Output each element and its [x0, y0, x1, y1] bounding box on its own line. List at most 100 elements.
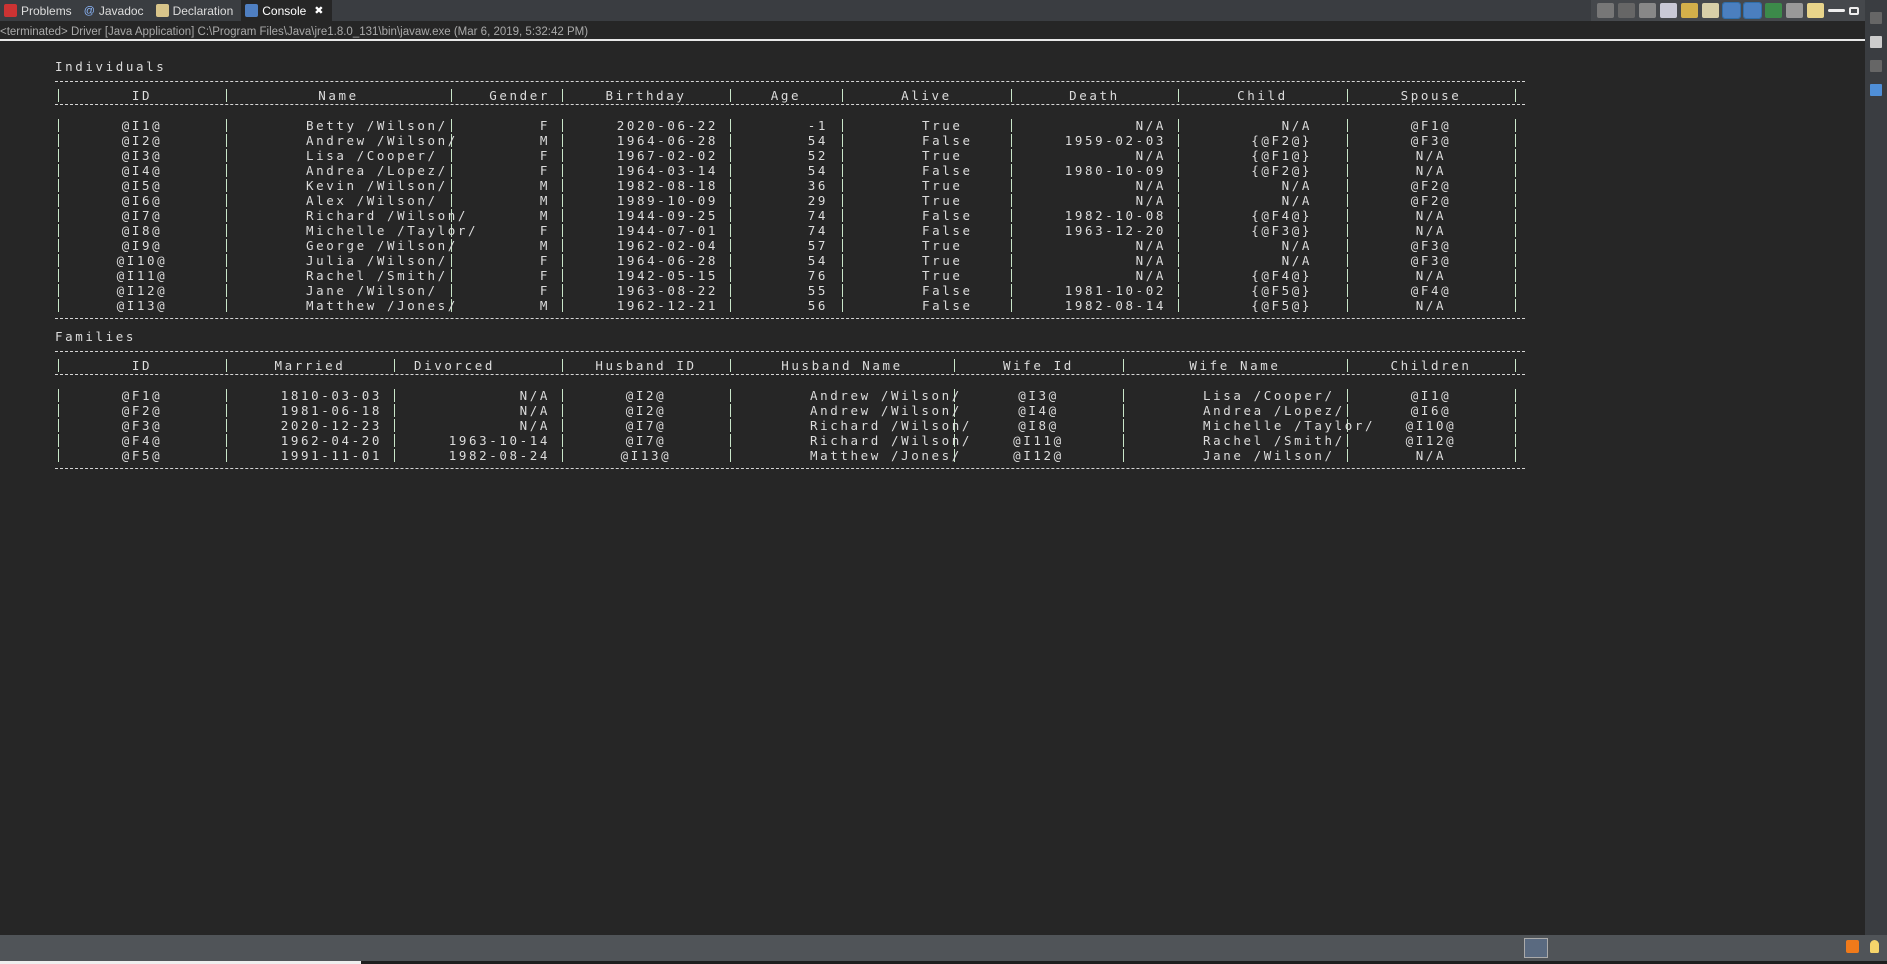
cell: @F2@ — [1410, 193, 1452, 208]
cell: 2020-06-22 — [616, 118, 718, 133]
cell: Richard /Wilson/ — [810, 418, 973, 433]
cell: 54 — [807, 253, 828, 268]
open-console-icon[interactable] — [1807, 3, 1824, 18]
scroll-lock-icon[interactable] — [1681, 3, 1698, 18]
console-output[interactable]: Individuals ID Name Gender Birthday Age Alive… — [0, 44, 1850, 932]
console-process-label: <terminated> Driver [Java Application] C… — [0, 23, 1865, 41]
cell: {@F2@} — [1251, 163, 1312, 178]
dashed-separator — [55, 468, 1525, 469]
progress-view-icon[interactable] — [1524, 938, 1548, 958]
cell: F — [539, 148, 550, 163]
cell: N/A — [1281, 193, 1312, 208]
cell: @F1@ — [1410, 118, 1452, 133]
clear-console-icon[interactable] — [1660, 3, 1677, 18]
outline-icon[interactable] — [1870, 84, 1882, 96]
cell: 1981-10-02 — [1064, 283, 1166, 298]
cell: @F5@ — [121, 448, 163, 463]
cell: M — [539, 238, 550, 253]
column-separator — [1515, 404, 1516, 417]
column-separator — [226, 149, 227, 162]
cell: N/A — [1415, 448, 1447, 463]
column-separator — [1515, 119, 1516, 132]
cell: Rachel /Smith/ — [306, 268, 448, 283]
cell: @I5@ — [121, 178, 163, 193]
console-icon — [245, 4, 259, 17]
cell: F — [539, 253, 550, 268]
maximize-icon[interactable] — [1849, 6, 1859, 15]
column-separator — [1515, 239, 1516, 252]
column-separator — [1515, 359, 1516, 372]
javadoc-icon: @ — [83, 4, 95, 17]
table-row: @I6@ Alex /Wilson/M 1989-10-09 29 True N/A N/A… — [0, 193, 1600, 208]
declaration-icon — [155, 4, 169, 17]
cell: Kevin /Wilson/ — [306, 178, 448, 193]
tab-label: Console — [262, 3, 307, 18]
cell: George /Wilson/ — [306, 238, 458, 253]
minimize-icon[interactable] — [1828, 9, 1845, 12]
column-separator — [730, 404, 731, 417]
show-on-stdout-icon[interactable] — [1722, 2, 1741, 19]
table-header-row: ID Name Gender Birthday Age Alive Death Child Sp… — [0, 88, 1600, 103]
dashed-separator — [55, 81, 1525, 82]
cell: M — [539, 178, 550, 193]
cell: F — [539, 223, 550, 238]
column-separator — [842, 239, 843, 252]
pin-console-icon[interactable] — [1765, 3, 1782, 18]
cell: @F4@ — [1410, 283, 1452, 298]
cell: N/A — [519, 388, 550, 403]
column-separator — [226, 179, 227, 192]
column-separator — [226, 164, 227, 177]
restore-icon[interactable] — [1870, 60, 1882, 72]
restore-icon[interactable] — [1870, 12, 1882, 24]
word-wrap-icon[interactable] — [1702, 3, 1719, 18]
cell: -1 — [807, 118, 828, 133]
cell: Spouse — [1400, 88, 1462, 103]
cell: M — [539, 298, 550, 313]
rss-feed-icon[interactable] — [1846, 940, 1859, 953]
cell: @I4@ — [1018, 403, 1059, 418]
remove-all-terminated-icon[interactable] — [1639, 3, 1656, 18]
cell: M — [539, 193, 550, 208]
tab-label: Declaration — [172, 3, 234, 18]
cell: @I1@ — [1410, 388, 1452, 403]
cell: 1944-09-25 — [616, 208, 718, 223]
column-separator — [1123, 404, 1124, 417]
cell: @I2@ — [625, 388, 667, 403]
show-on-stderr-icon[interactable] — [1743, 2, 1762, 19]
problems-icon — [4, 4, 17, 17]
cell: Alex /Wilson/ — [306, 193, 438, 208]
cell: @F3@ — [1410, 253, 1452, 268]
tab-problems[interactable]: Problems — [0, 0, 80, 21]
cell: Child — [1237, 88, 1288, 103]
cell: False — [922, 133, 973, 148]
tab-label: Javadoc — [98, 3, 144, 18]
tip-lightbulb-icon[interactable] — [1870, 940, 1879, 953]
cell: True — [922, 268, 963, 283]
remove-launch-icon[interactable] — [1618, 3, 1635, 18]
dashed-separator — [55, 318, 1525, 319]
tab-declaration[interactable]: Declaration — [152, 0, 242, 21]
tab-javadoc[interactable]: @ Javadoc — [80, 0, 152, 21]
cell: ID — [131, 358, 153, 373]
terminate-icon[interactable] — [1597, 3, 1614, 18]
document-icon[interactable] — [1870, 36, 1882, 48]
cell: N/A — [1135, 193, 1166, 208]
table-row: @I2@ Andrew /Wilson/M 1964-06-28 54 False 195… — [0, 133, 1600, 148]
cell: Richard /Wilson/ — [306, 208, 469, 223]
cell: Wife Name — [1189, 358, 1281, 373]
cell: {@F5@} — [1251, 283, 1312, 298]
column-separator — [1515, 164, 1516, 177]
column-separator — [1515, 269, 1516, 282]
tab-console[interactable]: Console ✖ — [241, 0, 332, 21]
cell: @I10@ — [116, 253, 168, 268]
cell: 1963-12-20 — [1064, 223, 1166, 238]
table-row: @I3@ Lisa /Cooper/F 1967-02-02 52 True N/A {@F… — [0, 148, 1600, 163]
cell: ID — [131, 88, 153, 103]
close-icon[interactable]: ✖ — [314, 4, 323, 17]
cell: N/A — [1415, 268, 1447, 283]
cell: @I12@ — [1013, 448, 1064, 463]
column-separator — [226, 239, 227, 252]
cell: N/A — [1135, 118, 1166, 133]
cell: True — [922, 178, 963, 193]
display-console-icon[interactable] — [1786, 3, 1803, 18]
